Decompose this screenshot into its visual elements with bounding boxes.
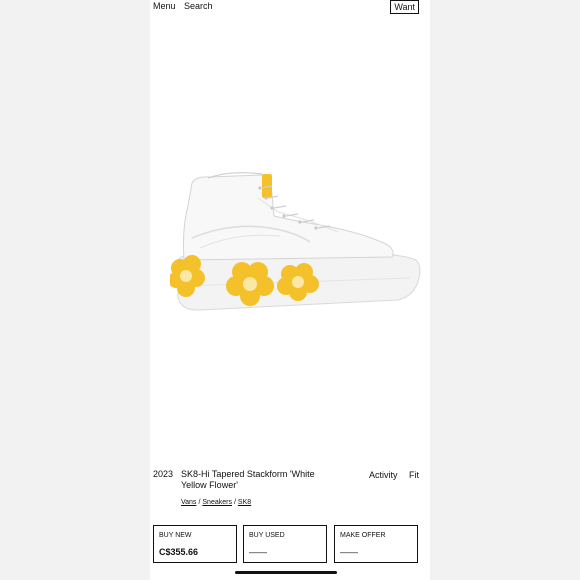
- buy-used-price: ——: [249, 547, 267, 557]
- search-link[interactable]: Search: [184, 1, 213, 11]
- home-indicator[interactable]: [235, 571, 337, 574]
- product-title: SK8-Hi Tapered Stackform 'White Yellow F…: [181, 469, 315, 490]
- make-offer-label: MAKE OFFER: [340, 532, 386, 539]
- tab-activity[interactable]: Activity: [369, 470, 398, 480]
- make-offer-price: ——: [340, 547, 358, 557]
- buy-new-label: BUY NEW: [159, 532, 192, 539]
- want-button[interactable]: Want: [390, 0, 419, 14]
- top-nav: Menu Search Want: [150, 0, 430, 16]
- buy-new-button[interactable]: BUY NEW C$355.66: [153, 525, 237, 563]
- buy-used-button[interactable]: BUY USED ——: [243, 525, 327, 563]
- buy-used-label: BUY USED: [249, 532, 285, 539]
- buy-new-price: C$355.66: [159, 547, 199, 557]
- menu-link[interactable]: Menu: [153, 1, 176, 11]
- purchase-options: BUY NEW C$355.66 BUY USED —— MAKE OFFER …: [153, 525, 420, 563]
- sneaker-image: [170, 172, 421, 311]
- release-year: 2023: [153, 469, 174, 479]
- make-offer-button[interactable]: MAKE OFFER ——: [334, 525, 418, 563]
- breadcrumb-model[interactable]: SK8: [238, 499, 251, 506]
- product-page: Menu Search Want 2023 SK8-Hi Tapered Sta…: [150, 0, 430, 580]
- breadcrumb: Vans / Sneakers / SK8: [181, 499, 251, 506]
- tab-fit[interactable]: Fit: [409, 470, 419, 480]
- breadcrumb-category[interactable]: Sneakers: [202, 499, 232, 506]
- breadcrumb-brand[interactable]: Vans: [181, 499, 196, 506]
- breadcrumb-separator: /: [233, 499, 236, 506]
- breadcrumb-separator: /: [198, 499, 201, 506]
